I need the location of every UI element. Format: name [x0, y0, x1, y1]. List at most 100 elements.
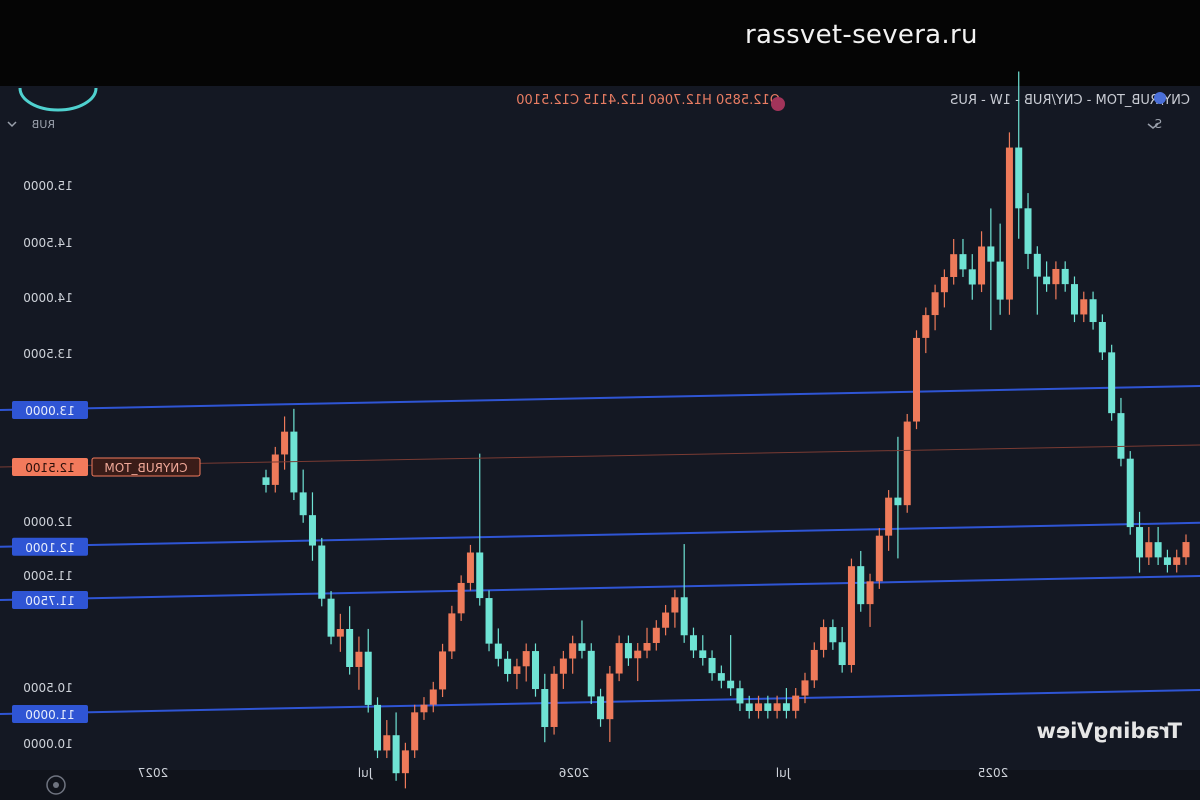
candle-body: [308, 515, 316, 546]
logo-ring-icon: [18, 87, 98, 112]
candle-body: [1173, 557, 1181, 565]
candle-body: [996, 261, 1004, 300]
candle-body: [327, 598, 335, 637]
candle-body: [689, 635, 697, 651]
time-tick-label: 2026: [559, 766, 590, 780]
candle-body: [1089, 299, 1097, 323]
price-tick-label: 14.0000: [23, 291, 73, 305]
candle-body: [597, 696, 605, 720]
candle-body: [755, 703, 763, 711]
candle-body: [978, 246, 986, 285]
candle-body: [866, 581, 874, 605]
candle-body: [513, 666, 521, 674]
candle-body: [429, 689, 437, 705]
candle-body: [1005, 147, 1013, 300]
candle-body: [550, 673, 558, 727]
candle-body: [736, 688, 744, 704]
chevron-down-icon[interactable]: [7, 121, 17, 128]
candle-body: [1015, 147, 1023, 209]
candle-body: [411, 712, 419, 751]
candle-body: [857, 566, 865, 605]
flag-icon: [1154, 92, 1166, 104]
candle-body: [950, 254, 958, 277]
level-lines: [0, 385, 1200, 715]
candle-body: [727, 680, 735, 689]
level-label: 11.7500: [25, 594, 75, 608]
candle-body: [485, 598, 493, 644]
price-tick-label: 15.0000: [23, 179, 73, 193]
candle-body: [662, 612, 670, 628]
candle-body: [764, 703, 772, 711]
candle-body: [894, 497, 902, 506]
candle-body: [1117, 413, 1125, 459]
candle-body: [346, 629, 354, 668]
candle-body: [708, 657, 716, 674]
candle-body: [801, 680, 809, 696]
candle-body: [922, 315, 930, 338]
ohlc-readout: O12.5850 H12.7060 L12.4115 C12.5100: [516, 93, 780, 108]
candle-body: [1145, 542, 1153, 558]
candle-body: [1070, 284, 1078, 315]
candle-body: [494, 643, 502, 659]
candle-body: [271, 454, 279, 485]
candle-body: [643, 643, 651, 651]
candle-body: [1043, 276, 1051, 285]
right-control[interactable]: S: [1154, 117, 1162, 131]
candle-body: [1154, 542, 1162, 558]
candle-body: [439, 651, 447, 690]
candle-body: [420, 704, 428, 713]
candle-body: [504, 658, 512, 674]
candle-body: [318, 545, 326, 599]
candle-body: [1033, 253, 1041, 277]
candle-body: [810, 649, 818, 681]
time-tick-label: 2025: [978, 766, 1009, 780]
candle-body: [383, 735, 391, 751]
price-tick-label: 14.5000: [23, 236, 73, 250]
level-label: 13.0000: [25, 404, 75, 418]
eye-pupil: [53, 782, 59, 788]
candle-body: [1080, 299, 1088, 315]
candle-body: [281, 431, 289, 455]
candle-body: [987, 246, 995, 262]
candle-body: [1098, 321, 1106, 353]
candle-body: [792, 695, 800, 711]
candle-body: [940, 277, 948, 293]
current-price-value: 12.5100: [25, 461, 75, 475]
candle-body: [782, 703, 790, 711]
candle-body: [569, 643, 577, 659]
candle-body: [1108, 352, 1116, 414]
candle-body: [355, 651, 363, 667]
candle-body: [931, 292, 939, 316]
candle-body: [903, 421, 911, 506]
candle-body: [466, 552, 474, 583]
candle-body: [1126, 458, 1134, 528]
candle-body: [968, 269, 976, 285]
price-tick-label: 10.5000: [23, 681, 73, 695]
level-line: [0, 521, 1200, 548]
price-tick-label: 10.0000: [23, 737, 73, 751]
candle-body: [847, 566, 855, 665]
currency-label[interactable]: RUB: [32, 118, 55, 131]
current-price-marker: 12.5100 CNYRUB_TOM: [0, 444, 1200, 477]
candle-body: [262, 477, 270, 485]
symbol-flag-icon: [771, 97, 785, 111]
candle-body: [634, 650, 642, 659]
candle-body: [606, 673, 614, 720]
level-line: [0, 385, 1200, 411]
candle-body: [1163, 557, 1171, 565]
candle-body: [1061, 268, 1069, 285]
candle-body: [392, 735, 400, 774]
candle-body: [717, 673, 725, 681]
price-tick-label: 13.5000: [23, 347, 73, 361]
level-label: 11.0000: [25, 708, 75, 722]
candle-body: [448, 613, 456, 652]
price-tick-label: 12.0000: [23, 515, 73, 529]
candle-body: [624, 643, 632, 659]
candle-body: [913, 337, 921, 422]
candle-body: [959, 254, 967, 270]
candle-body: [578, 643, 586, 651]
candle-body: [875, 535, 883, 582]
candle-body: [1136, 527, 1144, 558]
candlestick-chart[interactable]: CNY/RUB_TOM - CNY/RUB - 1W - RUS O12.585…: [0, 0, 1200, 800]
candle-body: [457, 582, 465, 614]
